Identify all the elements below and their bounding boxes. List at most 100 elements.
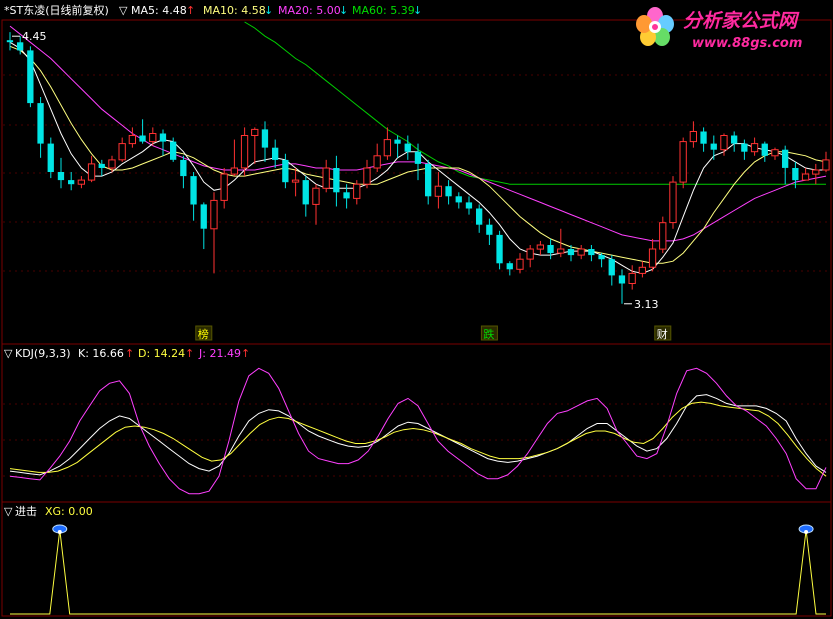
candle-body-up <box>689 131 698 143</box>
candle-body-up <box>240 135 249 169</box>
candle-body-down <box>741 143 748 152</box>
candle-body-down <box>47 143 54 172</box>
candle-body-down <box>261 129 269 148</box>
candle-body-down <box>27 50 34 104</box>
candle-body-down <box>282 159 289 183</box>
candle-body-down <box>414 151 422 164</box>
candle-body-up <box>220 173 228 201</box>
candle-body-up <box>118 143 126 161</box>
event-tag-label: 跌 <box>483 327 494 341</box>
event-tag-label: 榜 <box>198 327 209 341</box>
candle-body-up <box>750 143 759 153</box>
candle-body-down <box>272 147 279 160</box>
candle-body-down <box>17 42 24 51</box>
candle-body-up <box>771 149 779 157</box>
kdj-k-arrow: ↑ <box>125 347 134 360</box>
candle-body-down <box>731 135 738 144</box>
xg-title: 进击 <box>15 505 37 518</box>
ma10-down-arrow: ↓ <box>264 4 273 17</box>
kdj-j-value: J: 21.49 <box>198 347 241 360</box>
candle-body-down <box>506 263 513 270</box>
ma5-label: MA5: 4.48 <box>131 4 187 17</box>
candle-body-up <box>648 248 657 268</box>
candle-body-down <box>792 168 799 181</box>
price-panel-frame <box>1 19 832 345</box>
ma10-label: MA10: 4.58 <box>203 4 266 17</box>
candle-body-up <box>149 133 157 143</box>
ma20-down-arrow: ↓ <box>339 4 348 17</box>
candle-body-up <box>516 258 524 270</box>
price-marker-label: 4.45 <box>22 30 47 43</box>
candle-body-down <box>37 103 44 144</box>
candle-body-down <box>618 275 626 284</box>
candle-body-up <box>353 183 361 199</box>
candle-body-down <box>455 196 462 203</box>
candle-body-down <box>302 180 309 205</box>
candle-body-up <box>536 244 545 250</box>
candle-body-down <box>476 208 483 225</box>
candle-body-down <box>547 245 554 254</box>
xg-triangle[interactable]: ▽ <box>4 505 13 518</box>
candle-body-up <box>230 167 238 175</box>
signal-dot <box>804 530 809 534</box>
candle-body-down <box>445 186 452 197</box>
candle-body-down <box>57 172 65 181</box>
candle-body-up <box>812 169 820 175</box>
kdj-series-j <box>9 367 827 495</box>
candle-body-up <box>128 135 136 145</box>
ma20-label: MA20: 5.00 <box>278 4 341 17</box>
candle-body-down <box>465 202 473 209</box>
candle-body-up <box>822 159 830 171</box>
candle-body-up <box>383 139 392 157</box>
candle-body-up <box>526 248 534 260</box>
candle-body-down <box>180 159 187 177</box>
signal-dot <box>57 530 62 534</box>
candle-body-up <box>210 199 218 230</box>
candle-body-down <box>394 139 401 144</box>
xg-panel-frame <box>1 501 832 617</box>
candle-body-up <box>108 159 116 169</box>
candle-body-down <box>170 141 177 160</box>
kdj-triangle[interactable]: ▽ <box>4 347 13 360</box>
candle-body-up <box>291 179 300 183</box>
candle-body-down <box>588 249 595 256</box>
xg-line <box>10 524 826 615</box>
ma5-up-arrow: ↑ <box>186 4 195 17</box>
watermark-url: www.88gs.com <box>692 36 802 51</box>
event-tag-label: 财 <box>657 327 668 341</box>
price-marker-label: 3.13 <box>634 298 659 311</box>
candle-body-up <box>669 181 677 224</box>
candle-body-up <box>363 167 371 185</box>
candle-body-down <box>608 259 615 276</box>
candle-body-down <box>496 234 503 264</box>
xg-series <box>10 529 826 615</box>
kdj-d-value: D: 14.24 <box>138 347 185 360</box>
candle-body-down <box>710 143 717 150</box>
kdj-k-value: K: 16.66 <box>78 347 124 360</box>
candle-body-up <box>638 266 647 274</box>
candle-body-up <box>720 135 728 151</box>
kdj-series-d <box>9 401 827 477</box>
ma60-down-arrow: ↓ <box>413 4 422 17</box>
candle-body-down <box>567 249 575 256</box>
candle-body-down <box>200 204 207 229</box>
candle-body-down <box>343 192 350 199</box>
stock-chart: 4.45 3.13 榜 跌 财 *ST东凌(日线前复权) ▽ MA5: 4.48 ↑ M… <box>1 3 832 617</box>
candle-body-down <box>159 133 167 142</box>
candle-body-down <box>190 176 197 205</box>
candle-body-up <box>251 128 259 136</box>
candle-body-down <box>139 135 146 142</box>
candle-body-up <box>373 155 381 169</box>
candle-body-down <box>425 163 432 197</box>
candle-body-up <box>312 187 320 205</box>
candle-body-down <box>68 180 75 185</box>
candle-body-up <box>77 179 85 185</box>
watermark-logo: 分析家公式网 www.88gs.com <box>636 7 802 51</box>
watermark-text: 分析家公式网 <box>683 10 800 32</box>
header-triangle[interactable]: ▽ <box>119 4 128 17</box>
kdj-title: KDJ(9,3,3) <box>15 347 71 360</box>
ma60-label: MA60: 5.39 <box>352 4 415 17</box>
header-title: *ST东凌(日线前复权) <box>4 3 109 17</box>
candle-body-up <box>434 185 443 197</box>
candle-body-down <box>598 255 605 260</box>
